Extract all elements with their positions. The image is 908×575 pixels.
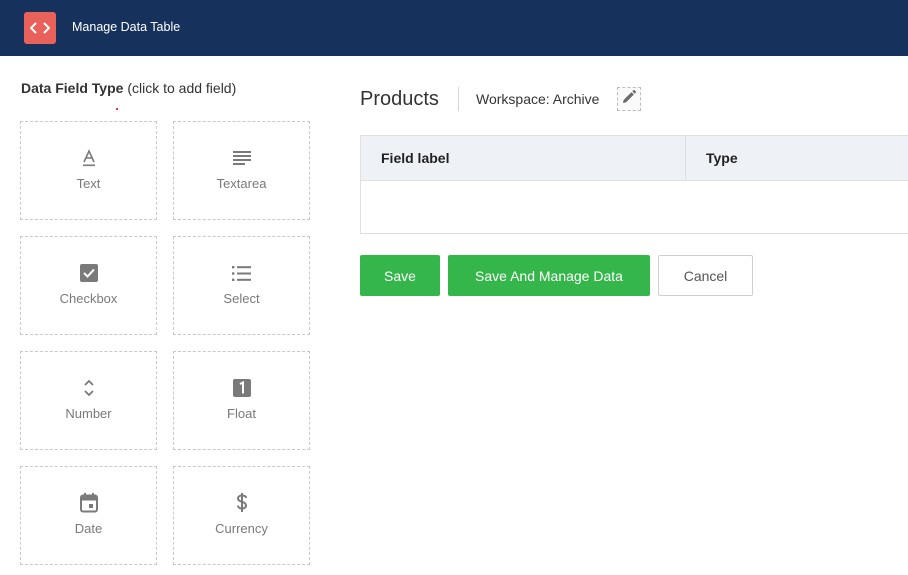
field-tile-label: Text bbox=[76, 176, 101, 191]
field-tile-label: Float bbox=[227, 406, 256, 421]
field-tile-number[interactable]: Number bbox=[20, 351, 157, 450]
number-one-box-icon bbox=[232, 377, 251, 399]
field-tile-text[interactable]: Text bbox=[20, 121, 157, 220]
field-tile-currency[interactable]: Currency bbox=[173, 466, 310, 565]
save-and-manage-data-button[interactable]: Save And Manage Data bbox=[448, 255, 650, 296]
field-tile-float[interactable]: Float bbox=[173, 351, 310, 450]
field-tile-label: Checkbox bbox=[59, 291, 118, 306]
field-tile-label: Textarea bbox=[216, 176, 267, 191]
list-icon bbox=[232, 262, 251, 284]
dollar-icon bbox=[235, 492, 249, 514]
field-tile-label: Date bbox=[74, 521, 103, 536]
field-panel-heading-bold: Data Field Type bbox=[21, 80, 124, 96]
field-panel-heading-hint: (click to add field) bbox=[127, 80, 237, 96]
textarea-lines-icon bbox=[232, 147, 251, 169]
up-down-chevron-icon bbox=[83, 377, 95, 399]
top-bar: Manage Data Table bbox=[0, 0, 908, 56]
table-header: Field label Type bbox=[361, 136, 908, 181]
field-tile-select[interactable]: Select bbox=[173, 236, 310, 335]
field-tile-label: Select bbox=[223, 291, 260, 306]
text-format-icon bbox=[81, 147, 97, 169]
title-divider bbox=[458, 87, 459, 111]
field-tile-date[interactable]: Date bbox=[20, 466, 157, 565]
fields-table: Field label Type bbox=[360, 135, 908, 234]
field-tile-label: Currency bbox=[215, 521, 268, 536]
field-tile-checkbox[interactable]: Checkbox bbox=[20, 236, 157, 335]
calendar-icon bbox=[79, 492, 98, 514]
field-panel-heading: Data Field Type (click to add field) bbox=[21, 80, 236, 96]
marker-dot bbox=[116, 108, 118, 110]
checkbox-icon bbox=[79, 262, 98, 284]
code-brackets-icon[interactable] bbox=[24, 12, 56, 44]
save-button[interactable]: Save bbox=[360, 255, 440, 296]
edit-workspace-button[interactable] bbox=[617, 87, 641, 111]
field-tile-textarea[interactable]: Textarea bbox=[173, 121, 310, 220]
pencil-icon bbox=[622, 89, 636, 109]
workspace-label: Workspace: Archive bbox=[476, 91, 600, 107]
field-tile-label: Number bbox=[65, 406, 112, 421]
app-title: Manage Data Table bbox=[72, 20, 181, 34]
column-header-type[interactable]: Type bbox=[686, 136, 908, 180]
table-name: Products bbox=[360, 88, 439, 110]
cancel-button[interactable]: Cancel bbox=[658, 255, 753, 296]
column-header-field-label[interactable]: Field label bbox=[361, 136, 686, 180]
